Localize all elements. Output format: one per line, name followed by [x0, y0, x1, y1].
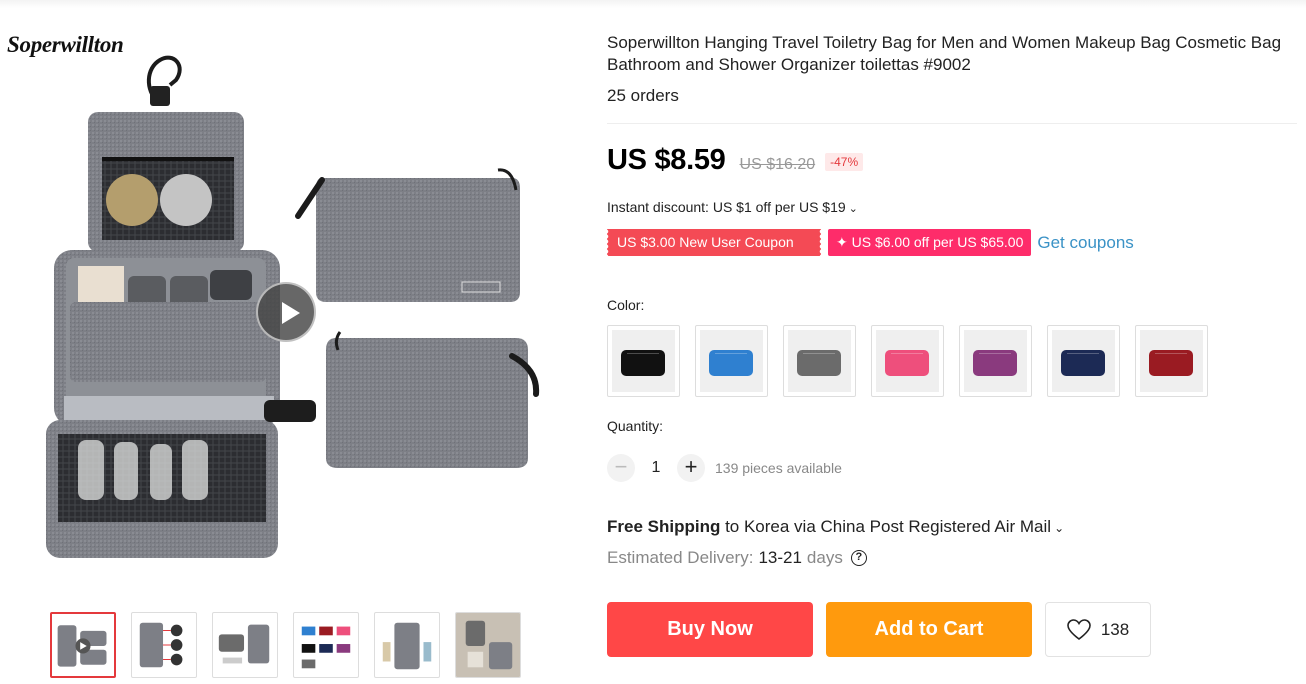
heart-icon — [1067, 618, 1091, 640]
bag-thumbnail — [973, 350, 1017, 376]
bag-thumbnail — [709, 350, 753, 376]
chevron-down-icon: ⌄ — [1054, 521, 1065, 535]
thumbnail-1[interactable] — [50, 612, 116, 678]
play-video-button[interactable] — [256, 282, 316, 342]
original-price: US $16.20 — [739, 156, 816, 173]
quantity-decrease-button[interactable]: − — [607, 454, 635, 482]
thumbnail-5[interactable] — [374, 612, 440, 678]
bag-thumbnail — [1061, 350, 1105, 376]
thumbnail-strip — [50, 612, 521, 678]
store-coupon[interactable]: ✦ US $6.00 off per US $65.00 — [828, 229, 1032, 256]
free-shipping-label: Free Shipping — [607, 517, 721, 536]
color-swatch-4[interactable] — [871, 325, 944, 397]
color-swatch-1[interactable] — [607, 325, 680, 397]
coupon-row: US $3.00 New User Coupon ✦ US $6.00 off … — [606, 229, 1134, 256]
available-stock: 139 pieces available — [715, 460, 842, 476]
estimated-delivery-label: Estimated Delivery: — [607, 548, 754, 567]
wishlist-button[interactable]: 138 — [1045, 602, 1151, 657]
quantity-label: Quantity: — [607, 418, 664, 434]
brand-logo-text: Soperwillton — [7, 32, 124, 57]
current-price: US $8.59 — [607, 144, 726, 176]
swatch-image — [876, 330, 939, 392]
get-coupons-link[interactable]: Get coupons — [1037, 233, 1133, 253]
swatch-image — [788, 330, 851, 392]
quantity-stepper: − 1 + 139 pieces available — [607, 454, 842, 482]
thumbnail-6[interactable] — [455, 612, 521, 678]
instant-discount-text: Instant discount: US $1 off per US $19 — [607, 199, 846, 215]
discount-badge: -47% — [825, 153, 864, 171]
thumbnail-3[interactable] — [212, 612, 278, 678]
add-to-cart-button[interactable]: Add to Cart — [826, 602, 1032, 657]
wishlist-count: 138 — [1100, 619, 1130, 639]
delivery-days: 13-21 — [758, 548, 802, 567]
action-buttons: Buy Now Add to Cart 138 — [607, 602, 1151, 657]
color-label: Color: — [607, 297, 645, 313]
order-count: 25 orders — [607, 86, 679, 105]
bag-thumbnail — [621, 350, 665, 376]
swatch-image — [612, 330, 675, 392]
swatch-image — [1140, 330, 1203, 392]
quantity-value[interactable]: 1 — [635, 459, 677, 477]
quantity-increase-button[interactable]: + — [677, 454, 705, 482]
thumbnail-2[interactable] — [131, 612, 197, 678]
color-swatches — [607, 325, 1208, 397]
chevron-down-icon: ⌄ — [848, 203, 858, 215]
color-swatch-2[interactable] — [695, 325, 768, 397]
divider — [607, 123, 1297, 124]
color-swatch-7[interactable] — [1135, 325, 1208, 397]
bag-thumbnail — [797, 350, 841, 376]
product-title: Soperwillton Hanging Travel Toiletry Bag… — [607, 33, 1282, 74]
thumbnail-4[interactable] — [293, 612, 359, 678]
estimated-delivery: Estimated Delivery: 13-21 days ? — [607, 548, 867, 568]
shipping-dropdown[interactable]: Free Shipping to Korea via China Post Re… — [607, 517, 1064, 537]
swatch-image — [964, 330, 1027, 392]
color-swatch-5[interactable] — [959, 325, 1032, 397]
color-swatch-6[interactable] — [1047, 325, 1120, 397]
bag-thumbnail — [885, 350, 929, 376]
swatch-image — [1052, 330, 1115, 392]
new-user-coupon[interactable]: US $3.00 New User Coupon — [606, 229, 821, 256]
help-icon[interactable]: ? — [850, 550, 867, 566]
color-swatch-3[interactable] — [783, 325, 856, 397]
delivery-days-unit: days — [806, 548, 843, 567]
price-row: US $8.59 US $16.20 -47% — [607, 144, 864, 177]
product-gallery: Soperwillton — [0, 0, 580, 684]
buy-now-button[interactable]: Buy Now — [607, 602, 813, 657]
bag-thumbnail — [1149, 350, 1193, 376]
swatch-image — [700, 330, 763, 392]
brand-logo: Soperwillton — [7, 32, 124, 58]
shipping-route: to Korea via China Post Registered Air M… — [720, 517, 1052, 536]
instant-discount-dropdown[interactable]: Instant discount: US $1 off per US $19 ⌄ — [607, 199, 858, 215]
